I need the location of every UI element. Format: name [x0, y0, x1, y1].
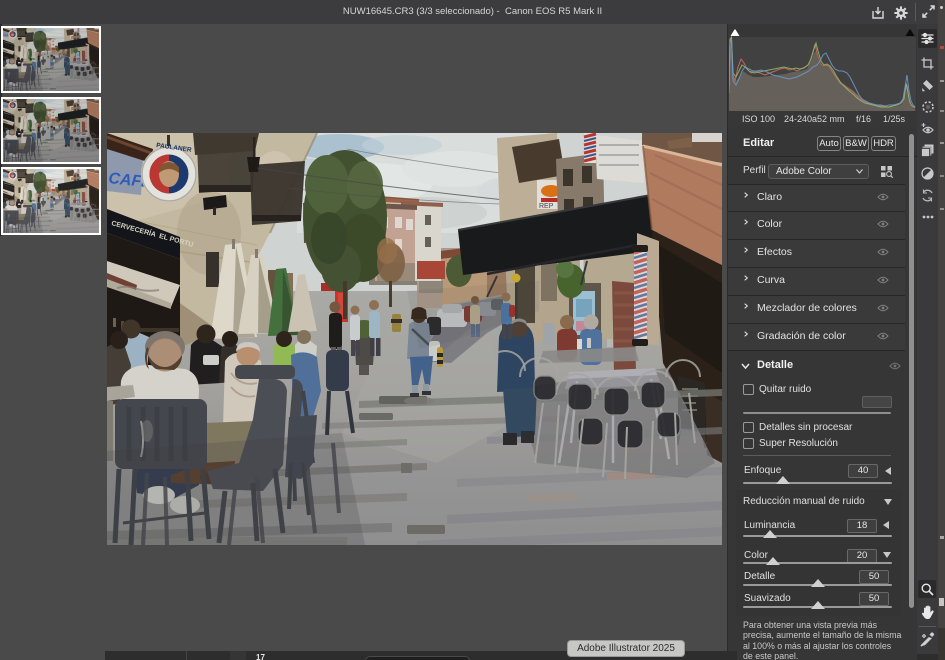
svg-text:REP: REP: [539, 203, 554, 210]
